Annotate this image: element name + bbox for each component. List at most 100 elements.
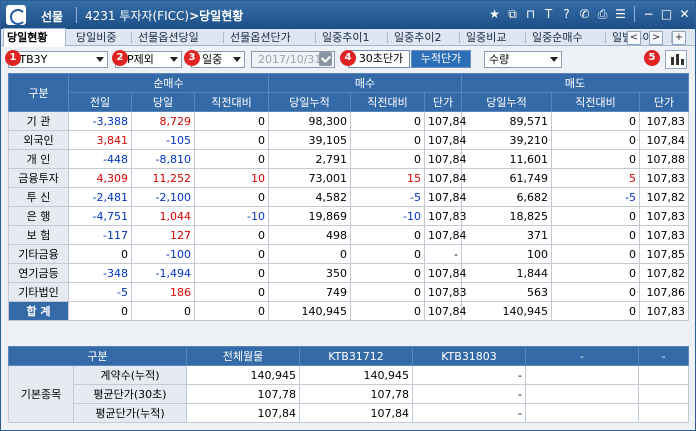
tab-daily-weight[interactable]: 당일비중	[73, 29, 132, 46]
tab-intraday-trend-1[interactable]: 일중추이1	[319, 29, 388, 46]
total-label: 합 계	[8, 301, 69, 321]
table-cell: -105	[131, 130, 195, 150]
col-category: 구분	[8, 73, 69, 112]
tab-daily-status[interactable]: 당일현황	[3, 28, 66, 47]
summary-row[interactable]: 평균단가(누적) 107,84 107,84-	[9, 403, 689, 423]
table-cell: -348	[68, 263, 132, 283]
total-cell: 140,945	[461, 301, 553, 321]
col-sub-5: 단가	[424, 92, 463, 112]
table-cell: 0	[68, 244, 132, 264]
table-row[interactable]: 연기금등 -348 -1,494 0 350 0 107,84 1,844 0 107,82	[8, 263, 690, 283]
title-bar: 선물 4231 투자자(FICC)>당일현황 ★ ⧉ ⊓ T ? ✆ ⎙ ☰ −…	[1, 1, 695, 29]
badge-2: 2	[112, 50, 128, 66]
table-cell: 107,83	[639, 225, 690, 245]
table-row[interactable]: 외국인 3,841 -105 0 39,105 0 107,84 39,210 0 107,84	[8, 130, 690, 150]
print-icon[interactable]: ⎙	[596, 6, 609, 22]
screen-title-pre: 투자자(FICC)	[119, 9, 190, 23]
tab-prev-button[interactable]: <	[627, 31, 641, 45]
badge-3: 3	[184, 50, 200, 66]
chevron-down-icon	[170, 57, 178, 66]
table-cell: 107,84	[639, 130, 690, 150]
table-cell: 107,84	[424, 263, 467, 283]
table-cell: 0	[551, 206, 641, 226]
summary-cell	[525, 384, 639, 404]
unit-value: 수량	[489, 53, 510, 66]
table-cell: 0	[350, 111, 426, 131]
total-row[interactable]: 합 계 0 0 0 140,945 0 107,84 140,945 0 107,83	[8, 301, 690, 321]
table-cell: 39,210	[461, 130, 553, 150]
table-cell: -	[424, 244, 463, 264]
title-icons: ★ ⧉ ⊓ T ? ✆ ⎙ ☰ − □ ✕	[488, 6, 691, 22]
table-cell: 0	[193, 263, 270, 283]
list-icon[interactable]: ☰	[614, 6, 627, 22]
table-row[interactable]: 개 인 -448 -8,810 0 2,791 0 107,84 11,601 0 107,88	[8, 149, 690, 169]
table-row[interactable]: 금융투자 4,309 11,252 10 73,001 15 107,84 61,749 5 10…	[8, 168, 690, 188]
table-cell: 0	[350, 282, 426, 302]
table-row[interactable]: 은 행 -4,751 1,044 -10 19,869 -10 107,83 18,825 0 1…	[8, 206, 690, 226]
star-icon[interactable]: ★	[488, 6, 501, 22]
table-cell: 3,841	[68, 130, 132, 150]
table-cell: 6,682	[461, 187, 553, 207]
table-cell: 19,869	[268, 206, 352, 226]
question-icon[interactable]: ?	[560, 6, 573, 22]
tab-intraday-net-buy[interactable]: 일중순매수	[529, 29, 606, 46]
table-cell: 0	[350, 130, 426, 150]
badge-1: 1	[5, 50, 21, 66]
table-row[interactable]: 보 험 -117 127 0 498 0 107,84 371 0 107,83	[8, 225, 690, 245]
calendar-icon[interactable]	[319, 52, 332, 66]
table-cell: 0	[193, 130, 270, 150]
unit-select[interactable]: 수량	[484, 51, 562, 68]
summary-cell	[525, 403, 639, 423]
table-cell: 0	[551, 130, 641, 150]
minimize-icon[interactable]: −	[642, 6, 655, 22]
col-sub-0: 전일	[68, 92, 132, 112]
table-cell: 107,83	[639, 206, 690, 226]
total-cell: 0	[68, 301, 132, 321]
summary-row[interactable]: 평균단가(30초) 107,78 107,78-	[9, 384, 689, 404]
close-icon[interactable]: ✕	[678, 6, 691, 22]
table-cell: -448	[68, 149, 132, 169]
table-cell: -3,388	[68, 111, 132, 131]
table-cell: 8,729	[131, 111, 195, 131]
app-logo-icon	[6, 5, 26, 25]
table-row[interactable]: 기타금융 0 -100 0 0 0-100 0 107,85	[8, 244, 690, 264]
screen-code: 4231	[85, 9, 116, 23]
table-cell: 89,571	[461, 111, 553, 131]
text-icon[interactable]: T	[542, 6, 555, 22]
table-cell: 107,83	[424, 282, 467, 302]
table-cell: 0	[193, 187, 270, 207]
tab-add-button[interactable]: +	[672, 31, 686, 45]
table-cell: 107,82	[639, 187, 690, 207]
table-row[interactable]: 기 관 -3,388 8,729 0 98,300 0 107,84 89,571 0 107,8…	[8, 111, 690, 131]
tab-intraday-compare[interactable]: 일중비교	[463, 29, 526, 46]
phone-icon[interactable]: ✆	[578, 6, 591, 22]
chevron-down-icon	[96, 57, 104, 66]
tab-intraday-trend-2[interactable]: 일중추이2	[391, 29, 460, 46]
table-cell: 107,85	[639, 244, 690, 264]
summary-cell: 107,78	[186, 384, 300, 404]
col-net-buy: 순매수	[67, 73, 270, 93]
table-cell: 0	[193, 111, 270, 131]
chart-button[interactable]	[665, 50, 687, 69]
tab-futopt-daily[interactable]: 선물옵션당일	[135, 29, 224, 46]
table-cell: -5	[68, 282, 132, 302]
tab-futopt-price[interactable]: 선물옵션단가	[227, 29, 316, 46]
product-select[interactable]: KTB3Y	[8, 51, 108, 68]
table-cell: 749	[268, 282, 352, 302]
folder-link-icon[interactable]: ⧉	[506, 6, 519, 22]
btn-cumulative-price[interactable]: 누적단가	[411, 50, 471, 68]
btn-30s-price[interactable]: 30초단가	[348, 50, 410, 68]
tab-next-button[interactable]: >	[649, 31, 663, 45]
table-row[interactable]: 기타법인 -5 186 0 749 0 107,83 563 0 107,86	[8, 282, 690, 302]
window: 선물 4231 투자자(FICC)>당일현황 ★ ⧉ ⊓ T ? ✆ ⎙ ☰ −…	[0, 0, 696, 431]
lock-icon[interactable]: ⊓	[524, 6, 537, 22]
maximize-icon[interactable]: □	[660, 6, 673, 22]
summary-row[interactable]: 기본종목 계약수(누적) 140,945 140,945-	[8, 365, 689, 423]
col-sell: 매도	[461, 73, 690, 93]
total-cell: 0	[551, 301, 641, 321]
summary-cell: -	[412, 403, 526, 423]
table-cell: -10	[350, 206, 426, 226]
total-cell: 140,945	[268, 301, 352, 321]
table-row[interactable]: 투 신 -2,481 -2,100 0 4,582 -5 107,84 6,682 -5 107,…	[8, 187, 690, 207]
table-cell: 0	[551, 263, 641, 283]
